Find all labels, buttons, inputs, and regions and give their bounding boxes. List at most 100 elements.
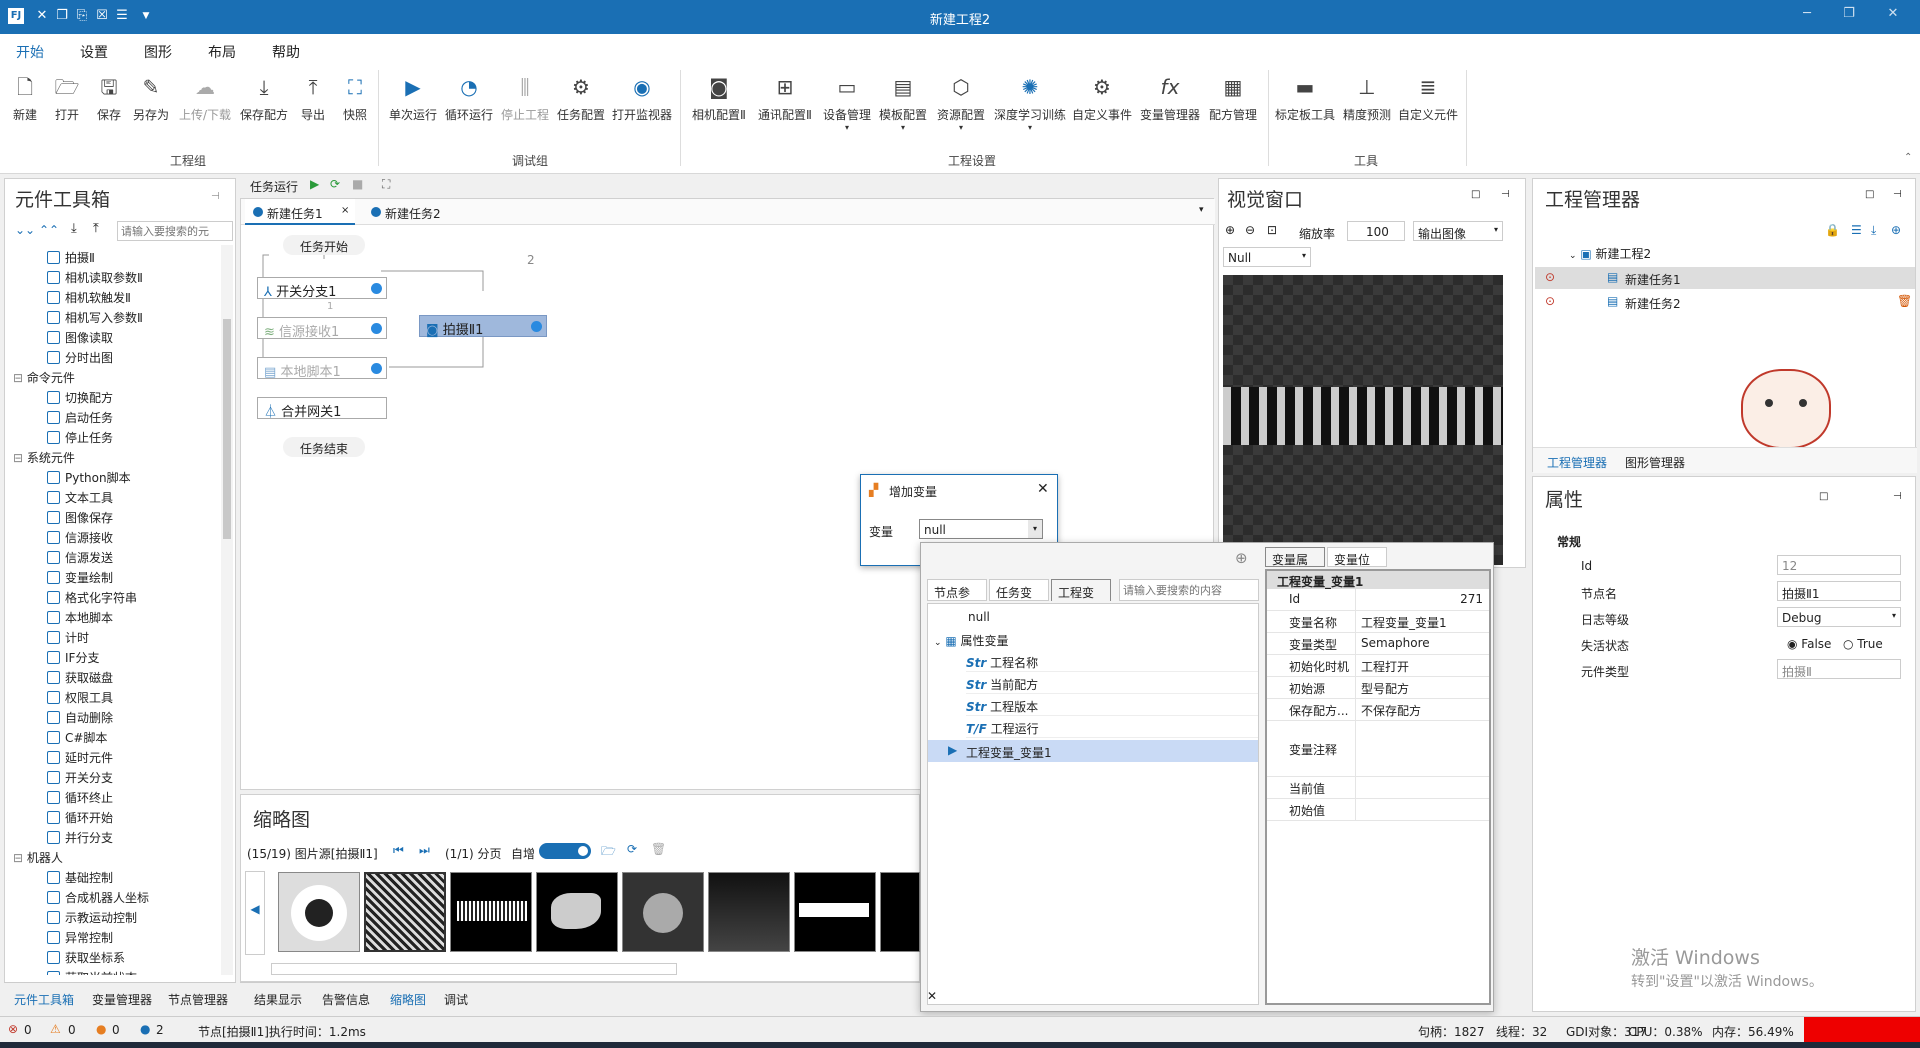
toolbox-item[interactable]: 图像读取 (47, 329, 113, 346)
node-port[interactable] (371, 283, 382, 294)
output-image-select[interactable]: 输出图像 ▾ (1413, 221, 1503, 241)
move-down-icon[interactable]: ⤓ (71, 221, 77, 236)
tab-results[interactable]: 结果显示 (254, 991, 302, 1008)
thumbnail-image[interactable] (278, 872, 360, 952)
device-manage-button[interactable]: ▭ 设备管理 ▾ (820, 74, 874, 132)
lock-icon[interactable]: 🔒 (1825, 223, 1840, 237)
deep-learning-button[interactable]: ✺ 深度学习训练 ▾ (992, 74, 1068, 132)
refresh-icon[interactable]: ⟳ (627, 842, 637, 856)
list-view-icon[interactable]: ☰ (1851, 223, 1862, 237)
var-item-selected[interactable]: ▶ 工程变量_变量1 (928, 740, 1258, 762)
pin-icon[interactable]: ⊣ (211, 191, 220, 202)
collapse-ribbon-icon[interactable]: ⌃ (1904, 152, 1912, 163)
toolbox-item[interactable]: 异常控制 (47, 929, 113, 946)
toolbox-item[interactable]: 格式化字符串 (47, 589, 137, 606)
tab-variable-manager[interactable]: 变量管理器 (92, 991, 152, 1008)
toolbox-item[interactable]: 信源接收 (47, 529, 113, 546)
toolbox-item[interactable]: 开关分支 (47, 769, 113, 786)
thumb-scrollbar[interactable] (271, 963, 677, 975)
trash-icon[interactable]: 🗑 (651, 842, 666, 856)
thumbnail-image[interactable] (622, 872, 704, 952)
tab-node-manager[interactable]: 节点管理器 (168, 991, 228, 1008)
toolbox-item[interactable]: 基础控制 (47, 869, 113, 886)
node-task-end[interactable]: 任务结束 (283, 437, 365, 457)
scroll-thumb[interactable] (223, 319, 231, 539)
toolbox-item[interactable]: 相机软触发Ⅱ (47, 289, 131, 306)
stop-project-button[interactable]: ⫼ 停止工程 (498, 74, 552, 123)
save-as-button[interactable]: ✎ 另存为 (128, 74, 174, 123)
pin-icon[interactable]: ⊣ (1501, 189, 1510, 200)
minimize-button[interactable]: ─ (1792, 6, 1822, 26)
loop-run-button[interactable]: ◔ 循环运行 (442, 74, 496, 123)
tab-task1[interactable]: 新建任务1 × (245, 199, 355, 225)
download-icon[interactable]: ⤓ (1871, 223, 1876, 238)
vision-canvas[interactable] (1223, 275, 1503, 565)
var-item[interactable]: Str 工程名称 (966, 654, 1258, 672)
resource-config-button[interactable]: ⬡ 资源配置 ▾ (934, 74, 988, 132)
zoom-in-icon[interactable]: ⊕ (1225, 223, 1235, 237)
tab-var-properties[interactable]: 变量属性 (1265, 547, 1325, 584)
tab-var-location[interactable]: 变量位置 (1327, 547, 1387, 584)
toolbox-category[interactable]: ⊟ 命令元件 (13, 369, 75, 386)
var-null-item[interactable]: null (968, 610, 990, 624)
maximize-pane-icon[interactable]: □ (1819, 491, 1828, 502)
toolbox-item[interactable]: Python脚本 (47, 469, 131, 486)
tab-alarms[interactable]: 告警信息 (322, 991, 370, 1008)
open-button[interactable]: 🗁 打开 (44, 74, 90, 123)
template-config-button[interactable]: ▤ 模板配置 ▾ (876, 74, 930, 132)
tab-debug[interactable]: 调试 (444, 991, 468, 1008)
calibration-board-button[interactable]: ▬ 标定板工具 (1274, 74, 1336, 123)
toolbox-item[interactable]: 拍摄Ⅱ (47, 249, 95, 266)
var-prop-row[interactable]: 初始化时机 工程打开 (1267, 655, 1489, 677)
node-task-start[interactable]: 任务开始 (283, 235, 365, 255)
thumbnail-image[interactable] (536, 872, 618, 952)
auto-toggle[interactable] (539, 843, 591, 859)
toolbox-item[interactable]: 自动删除 (47, 709, 113, 726)
maximize-button[interactable]: ❐ (1834, 6, 1864, 26)
tab-toolbox[interactable]: 元件工具箱 (14, 991, 74, 1008)
last-page-icon[interactable]: ⏭ (419, 843, 430, 858)
tab-graphics-manager[interactable]: 图形管理器 (1625, 454, 1685, 471)
var-prop-row[interactable]: 初始源 型号配方 (1267, 677, 1489, 699)
var-prop-row[interactable]: 变量注释 (1267, 721, 1489, 777)
move-up-icon[interactable]: ⤒ (93, 221, 99, 236)
node-port[interactable] (371, 323, 382, 334)
var-search-input[interactable] (1119, 579, 1259, 601)
fit-icon[interactable]: ⊡ (1267, 223, 1277, 237)
node-port[interactable] (531, 321, 542, 332)
prop-log-level-select[interactable]: Debug ▾ (1777, 607, 1901, 627)
toolbox-item[interactable]: 信源发送 (47, 549, 113, 566)
var-prop-row[interactable]: 初始值 (1267, 799, 1489, 821)
delete-icon[interactable]: 🗑 (1897, 294, 1912, 308)
zoom-input[interactable]: 100 (1347, 221, 1405, 241)
toolbox-search-input[interactable] (117, 221, 233, 241)
toolbox-category[interactable]: ⊟ 机器人 (13, 849, 63, 866)
project-task2-row[interactable]: ⊙ ▤ 新建任务2 🗑 (1535, 291, 1915, 313)
node-port[interactable] (371, 363, 382, 374)
toolbox-item[interactable]: 分时出图 (47, 349, 113, 366)
tab-thumbnails[interactable]: 缩略图 (390, 991, 426, 1008)
tab-task2[interactable]: 新建任务2 (363, 199, 473, 225)
toolbox-item[interactable]: IF分支 (47, 649, 99, 666)
var-group-property[interactable]: ⌄ ▦ 属性变量 (934, 632, 1009, 649)
var-prop-row[interactable]: 当前值 (1267, 777, 1489, 799)
menu-graphics[interactable]: 图形 (144, 42, 172, 62)
thumbnail-image[interactable] (364, 872, 446, 952)
variable-manager-button[interactable]: fx 变量管理器 (1138, 74, 1202, 123)
prop-type-field[interactable]: 拍摄Ⅱ (1777, 659, 1901, 679)
radio-true[interactable]: ○ True (1843, 637, 1883, 651)
toolbox-item[interactable]: 相机写入参数Ⅱ (47, 309, 143, 326)
menu-layout[interactable]: 布局 (208, 42, 236, 62)
toolbox-item[interactable]: 获取磁盘 (47, 669, 113, 686)
close-button[interactable]: ✕ (1878, 6, 1908, 26)
toolbox-item[interactable]: 循环终止 (47, 789, 113, 806)
var-item[interactable]: Str 当前配方 (966, 676, 1258, 694)
close-tab-icon[interactable]: × (341, 205, 349, 216)
var-item[interactable]: Str 工程版本 (966, 698, 1258, 716)
toolbox-item[interactable]: 变量绘制 (47, 569, 113, 586)
snapshot-button[interactable]: ⛶ 快照 (332, 74, 378, 123)
collapse-all-icon[interactable]: ⌃⌃ (39, 223, 59, 237)
pin-icon[interactable]: ⊣ (1893, 189, 1902, 200)
null-select[interactable]: Null ▾ (1223, 247, 1311, 267)
save-button[interactable]: 🖫 保存 (86, 74, 132, 123)
